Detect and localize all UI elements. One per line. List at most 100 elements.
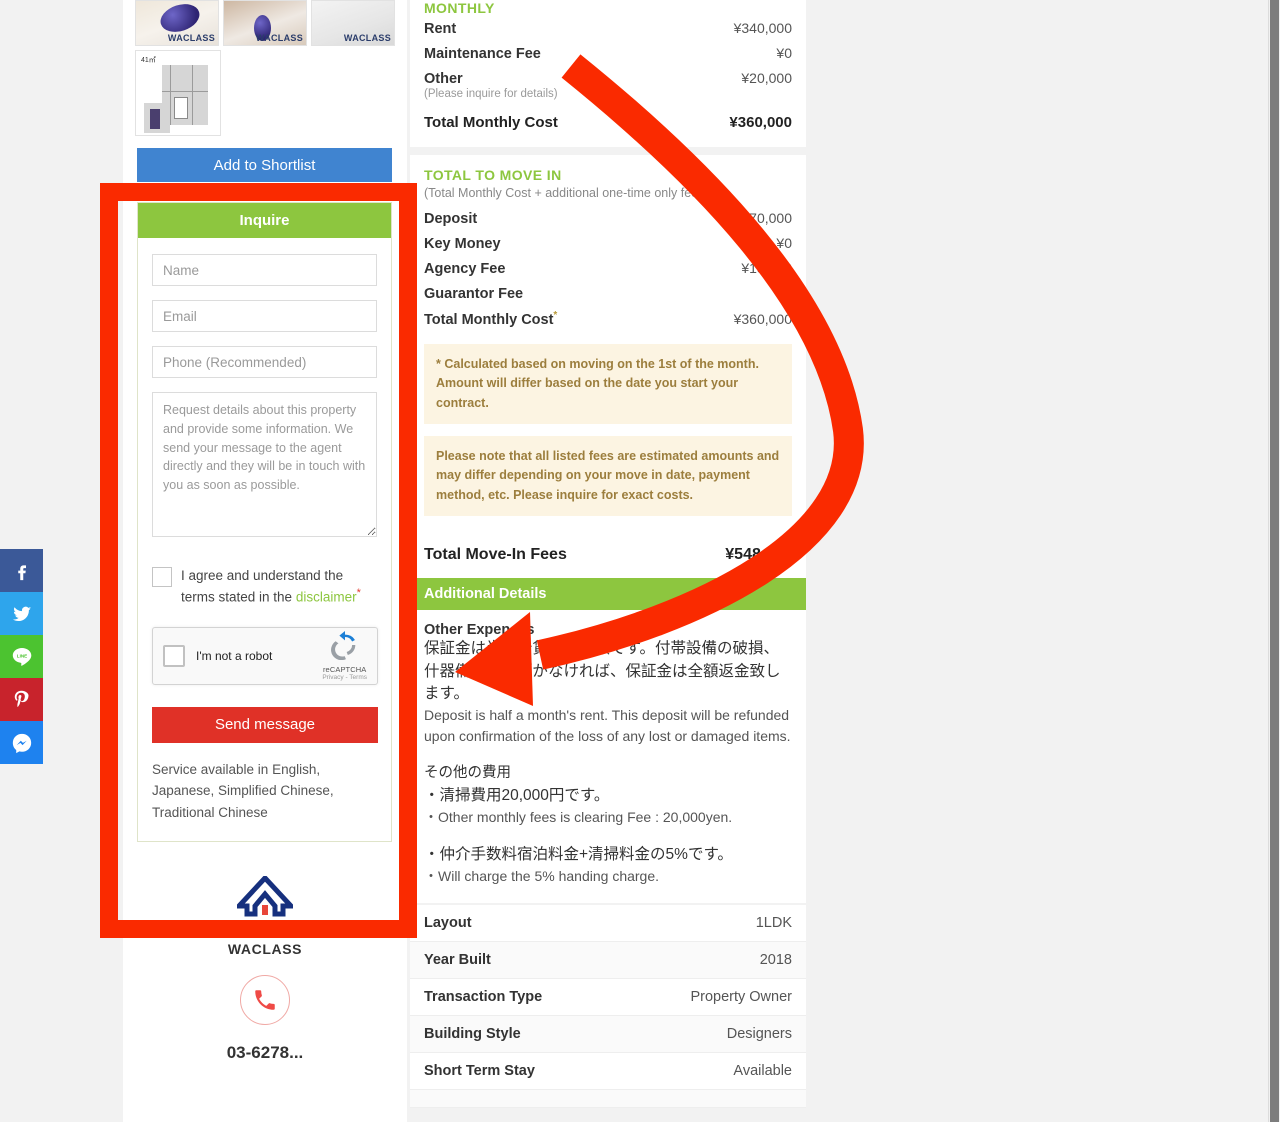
floorplan-area-label: 41㎡ <box>141 57 156 64</box>
property-value: Designers <box>726 1026 792 1043</box>
page-scrollbar-thumb[interactable] <box>1270 0 1279 1122</box>
agent-block: WACLASS 03-6278... <box>123 874 407 1063</box>
recaptcha-terms-link[interactable]: Privacy - Terms <box>322 674 367 681</box>
agent-phone-number[interactable]: 03-6278... <box>123 1043 407 1063</box>
total-movein-label: Total Move-In Fees <box>424 546 567 564</box>
fee-label: Agency Fee <box>424 261 506 277</box>
thumbnail-photo-3[interactable]: WACLASS <box>311 0 395 46</box>
required-asterisk: * <box>356 586 361 599</box>
other-expenses-title-japanese: その他の費用 <box>424 765 511 782</box>
fee-row: Total Monthly Cost* ¥360,000 <box>424 306 792 332</box>
inquire-form-body: I agree and understand the terms stated … <box>138 238 391 841</box>
monthly-total-label: Total Monthly Cost <box>424 114 558 131</box>
message-textarea[interactable] <box>152 392 377 537</box>
share-facebook-button[interactable] <box>0 549 43 592</box>
thumbnail-photo-1[interactable]: WACLASS <box>135 0 219 46</box>
fee-value: ¥170,000 <box>733 210 792 226</box>
additional-details-header: Additional Details <box>410 578 806 611</box>
thumbnail-watermark-1: WACLASS <box>167 33 215 43</box>
thumbnail-row: WACLASS WACLASS WACLASS <box>135 0 395 46</box>
property-value: Property Owner <box>690 989 792 1006</box>
total-movein-row: Total Move-In Fees ¥548,000 <box>410 530 806 579</box>
table-row: Transaction Type Property Owner <box>410 979 806 1017</box>
thumbnail-floorplan[interactable]: 41㎡ <box>135 50 221 136</box>
disclaimer-link[interactable]: disclaimer <box>296 589 357 604</box>
fee-label-text: Total Monthly Cost <box>424 311 554 328</box>
fee-label: Maintenance Fee <box>424 46 541 62</box>
additional-details-body: Other Expenses 保証金は半月分賃料の金額です。付帯設備の破損、什器… <box>410 610 806 904</box>
table-row-partial <box>410 1090 806 1109</box>
page-scrollbar-track[interactable] <box>1268 0 1280 1122</box>
fee-row: Maintenance Fee ¥0 <box>424 41 792 66</box>
facebook-icon <box>17 564 26 580</box>
share-twitter-button[interactable] <box>0 592 43 635</box>
phone-call-button[interactable] <box>240 975 290 1026</box>
property-value: Available <box>733 1063 792 1080</box>
total-movein-value: ¥548,000 <box>725 546 792 564</box>
property-value: 1LDK <box>755 915 792 932</box>
fee-label: Other <box>424 71 463 87</box>
phone-input[interactable] <box>152 346 377 378</box>
callout-estimate-note: Please note that all listed fees are est… <box>424 435 792 517</box>
waclass-logo-icon <box>233 874 297 917</box>
email-input[interactable] <box>152 300 377 332</box>
property-details-table: Layout 1LDK Year Built 2018 Transaction … <box>410 905 806 1109</box>
phone-icon <box>255 990 275 1011</box>
section-divider <box>410 147 806 155</box>
pinterest-icon <box>14 690 29 707</box>
fee-label: Guarantor Fee <box>424 286 524 302</box>
messenger-icon <box>12 733 31 753</box>
fee-row: Deposit ¥170,000 <box>424 206 792 231</box>
main-content-column: MONTHLY Rent ¥340,000 Maintenance Fee ¥0… <box>410 0 806 1109</box>
property-key: Transaction Type <box>424 989 543 1006</box>
recaptcha-branding: reCAPTCHA Privacy - Terms <box>322 630 367 681</box>
property-value: 2018 <box>759 952 792 969</box>
fee-value: ¥360,000 <box>733 310 792 327</box>
movein-section-title: TOTAL TO MOVE IN <box>424 167 562 183</box>
agree-terms-label: I agree and understand the terms stated … <box>181 566 377 607</box>
page-root: WACLASS WACLASS WACLASS 41㎡ Add to Short… <box>0 0 1280 1122</box>
fee-value: ¥0 <box>776 285 792 301</box>
agent-name: WACLASS <box>227 941 303 958</box>
fee-label: Key Money <box>424 236 501 252</box>
service-languages-note: Service available in English, Japanese, … <box>152 761 334 820</box>
monthly-rows: Rent ¥340,000 Maintenance Fee ¥0 Other ¥… <box>424 16 792 100</box>
add-to-shortlist-button[interactable]: Add to Shortlist <box>137 148 392 182</box>
fee-label: Rent <box>424 21 457 37</box>
inquire-form-title: Inquire <box>138 203 391 238</box>
fee-value: ¥18,000 <box>741 260 792 276</box>
fee-value: ¥340,000 <box>733 20 792 36</box>
fee-value: ¥0 <box>776 45 792 61</box>
handling-fee-japanese: ・仲介手数料宿泊料金+清掃料金の5%です。 <box>424 845 733 863</box>
monthly-total-row: Total Monthly Cost ¥360,000 <box>424 110 792 135</box>
share-line-button[interactable]: LINE <box>0 635 43 678</box>
name-input[interactable] <box>152 254 377 286</box>
send-message-button[interactable]: Send message <box>152 706 378 743</box>
fee-row: Rent ¥340,000 <box>424 16 792 41</box>
table-row: Layout 1LDK <box>410 905 806 943</box>
agree-checkbox[interactable] <box>152 567 172 587</box>
movein-rows: Deposit ¥170,000 Key Money ¥0 Agency Fee… <box>424 206 792 332</box>
inquire-form-card: Inquire I agree and understand the terms… <box>137 202 392 843</box>
other-fee-note: (Please inquire for details) <box>424 88 558 100</box>
thumbnail-watermark-3: WACLASS <box>343 33 391 43</box>
share-pinterest-button[interactable] <box>0 678 43 721</box>
fee-row: Guarantor Fee ¥0 <box>424 281 792 306</box>
property-key: Year Built <box>424 952 491 969</box>
recaptcha-brand-name: reCAPTCHA <box>322 665 367 675</box>
recaptcha-checkbox[interactable] <box>163 644 185 667</box>
left-sidebar-column: WACLASS WACLASS WACLASS 41㎡ Add to Short… <box>123 0 407 1122</box>
monthly-cost-section: MONTHLY Rent ¥340,000 Maintenance Fee ¥0… <box>410 0 806 147</box>
table-row: Building Style Designers <box>410 1016 806 1054</box>
image-gallery: WACLASS WACLASS WACLASS 41㎡ <box>123 0 407 136</box>
movein-section-subtitle: (Total Monthly Cost + additional one-tim… <box>424 186 709 200</box>
cleaning-fee-japanese: ・清掃費用20,000円です。 <box>424 786 610 804</box>
thumbnail-watermark-2: WACLASS <box>255 33 303 43</box>
social-share-sidebar: LINE <box>0 549 43 764</box>
thumbnail-photo-2[interactable]: WACLASS <box>223 0 307 46</box>
recaptcha-widget[interactable]: I'm not a robot reCAPTCHA Privacy - Term… <box>152 626 378 685</box>
property-key: Layout <box>424 915 472 932</box>
share-messenger-button[interactable] <box>0 721 43 764</box>
deposit-note-english: Deposit is half a month's rent. This dep… <box>424 707 791 745</box>
